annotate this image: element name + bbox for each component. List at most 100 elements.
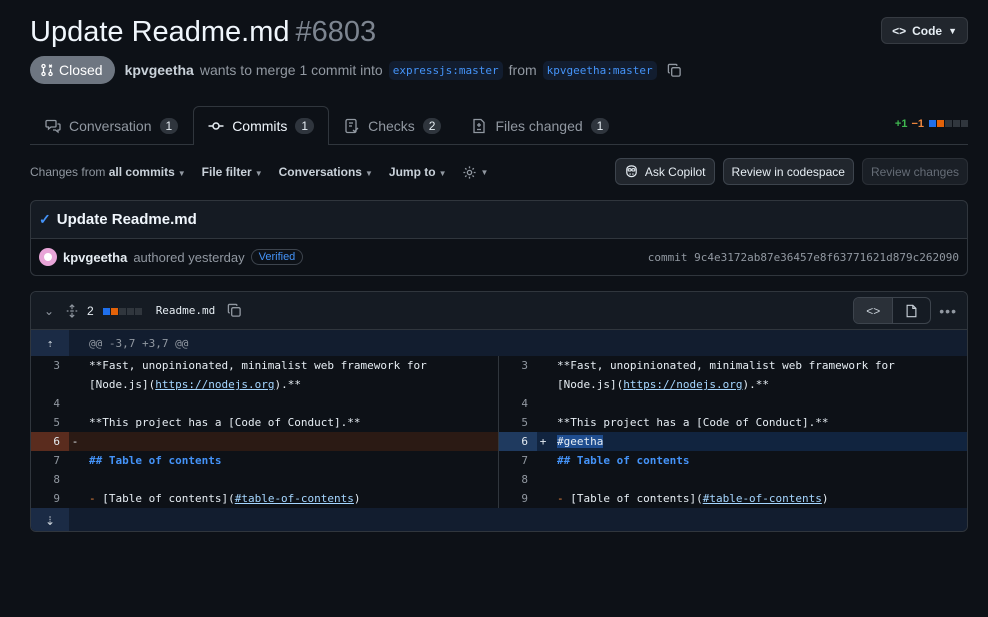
status-badge: Closed [30,56,115,84]
diff-line: 8 [499,470,967,489]
review-actions: Ask Copilot Review in codespace Review c… [614,158,968,185]
file-view-icon[interactable] [892,298,930,323]
diff-line: [Node.js](https://nodejs.org).** [499,375,967,394]
diff-toolbar: Changes from all commits ▼ File filter ▼ C… [30,160,488,184]
ask-copilot-button[interactable]: Ask Copilot [614,158,715,185]
page-title: Update Readme.md #6803 [30,16,376,49]
line-code: #geetha [549,432,967,451]
head-branch[interactable]: kpvgeetha:master [542,60,657,80]
tab-files-changed[interactable]: Files changed 1 [456,106,624,144]
conversations-dropdown[interactable]: Conversations ▼ [279,165,373,179]
deletion-marker: - [71,435,79,448]
jump-to-dropdown[interactable]: Jump to ▼ [389,165,447,179]
kebab-horizontal-icon[interactable]: ••• [939,303,957,319]
line-number[interactable]: 8 [499,470,537,489]
jump-to-label: Jump to [388,165,436,179]
file-changes-count: 2 [87,303,94,318]
line-number[interactable]: 6 [31,432,69,451]
deletions-count: −1 [911,118,924,130]
line-number[interactable]: 5 [31,413,69,432]
line-number[interactable]: 5 [499,413,537,432]
code-view-icon[interactable]: <> [854,298,893,323]
view-toggle: <> [853,297,932,324]
copy-icon[interactable] [667,63,682,78]
line-number[interactable]: 9 [499,489,537,508]
checklist-icon [345,118,359,133]
line-number[interactable]: 4 [31,394,69,413]
verified-badge[interactable]: Verified [250,249,304,265]
line-number[interactable]: 9 [31,489,69,508]
check-icon: ✓ [39,211,51,227]
pr-tabs: Conversation 1 Commits 1 Checks 2 Files … [30,106,968,145]
line-number[interactable]: 7 [31,451,69,470]
line-number[interactable]: 6 [499,432,537,451]
file-filter-dropdown[interactable]: File filter ▼ [202,165,263,179]
avatar[interactable] [39,248,57,266]
line-code: **This project has a [Code of Conduct].*… [557,416,829,429]
line-number[interactable]: 8 [31,470,69,489]
triangle-down-icon: ▼ [177,169,186,178]
pr-author-link[interactable]: kpvgeetha [125,62,194,78]
tab-conversation[interactable]: Conversation 1 [30,106,193,144]
code-button[interactable]: <> Code ▼ [881,17,968,44]
pr-meta: Closed kpvgeetha wants to merge 1 commit… [30,56,682,84]
url-link: https://nodejs.org [623,378,743,391]
expand-down-icon[interactable]: ⇣ [31,508,69,531]
commit-title[interactable]: Update Readme.md [57,211,197,228]
line-number[interactable]: 3 [499,356,537,375]
pr-number: #6803 [295,15,377,48]
additions-count: +1 [894,118,908,130]
hunk-range: @@ -3,7 +3,7 @@ [89,336,189,350]
tab-commits[interactable]: Commits 1 [193,106,330,145]
split-diff: 3 **Fast, unopinionated, minimalist web f… [31,356,967,508]
chevron-down-icon[interactable]: ⌄ [41,304,57,318]
tab-label: Checks [368,117,415,134]
commit-meta: kpvgeetha authored yesterday Verified co… [31,239,967,275]
line-code: [Node.js](https://nodejs.org).** [557,378,769,391]
line-number[interactable]: 7 [499,451,537,470]
file-filter-label: File filter [201,165,252,179]
file-diffstat-bar [102,304,142,318]
review-in-codespace-button[interactable]: Review in codespace [722,158,854,185]
line-number[interactable]: 4 [499,394,537,413]
line-code: **Fast, unopinionated, minimalist web fr… [557,359,895,372]
commit-authored-text: authored yesterday [133,249,245,265]
diffstat: +1 −1 [895,118,968,130]
code-button-label: Code [912,23,943,38]
diff-right-side: 3 **Fast, unopinionated, minimalist web f… [499,356,967,508]
review-codespace-label: Review in codespace [731,164,845,179]
triangle-down-icon: ▼ [364,169,373,178]
tab-count: 1 [590,117,610,134]
hunk-header: ⇡ @@ -3,7 +3,7 @@ [31,330,967,356]
base-branch[interactable]: expressjs:master [388,60,503,80]
file-diff-icon [473,118,486,133]
tab-label: Files changed [495,117,583,134]
file-name[interactable]: Readme.md [156,304,216,317]
merge-text: wants to merge 1 commit into [199,62,383,78]
diff-left-side: 3 **Fast, unopinionated, minimalist web f… [31,356,499,508]
git-commit-icon [208,122,224,130]
expand-up-icon[interactable]: ⇡ [31,330,69,356]
triangle-down-icon: ▼ [438,169,447,178]
commit-author-link[interactable]: kpvgeetha [63,250,127,265]
diff-line: 5 **This project has a [Code of Conduct].… [499,413,967,432]
tab-count: 2 [422,117,442,134]
pr-header: Update Readme.md #6803 <> Code ▼ [30,12,968,52]
added-line: 6 + #geetha [499,432,967,451]
unfold-icon[interactable] [65,303,79,318]
changes-prefix: Changes from [30,165,106,179]
changes-from-dropdown[interactable]: Changes from all commits ▼ [30,165,186,179]
line-number[interactable]: 3 [31,356,69,375]
line-text: **Fast, unopinionated, minimalist web fr… [89,359,427,372]
tab-checks[interactable]: Checks 2 [329,106,456,144]
git-pull-request-closed-icon [41,63,53,77]
settings-dropdown[interactable]: ▼ [462,165,488,180]
tab-count: 1 [159,117,179,134]
copy-icon[interactable] [227,303,242,318]
expand-footer: ⇣ [31,508,967,531]
diff-line: 4 [31,394,498,413]
review-changes-button[interactable]: Review changes [861,158,968,185]
diff-file: ⌄ 2 Readme.md <> ••• ⇡ @@ -3,7 +3,7 @@ 3… [30,291,968,532]
line-code: - [Table of contents](#table-of-contents… [557,492,829,505]
